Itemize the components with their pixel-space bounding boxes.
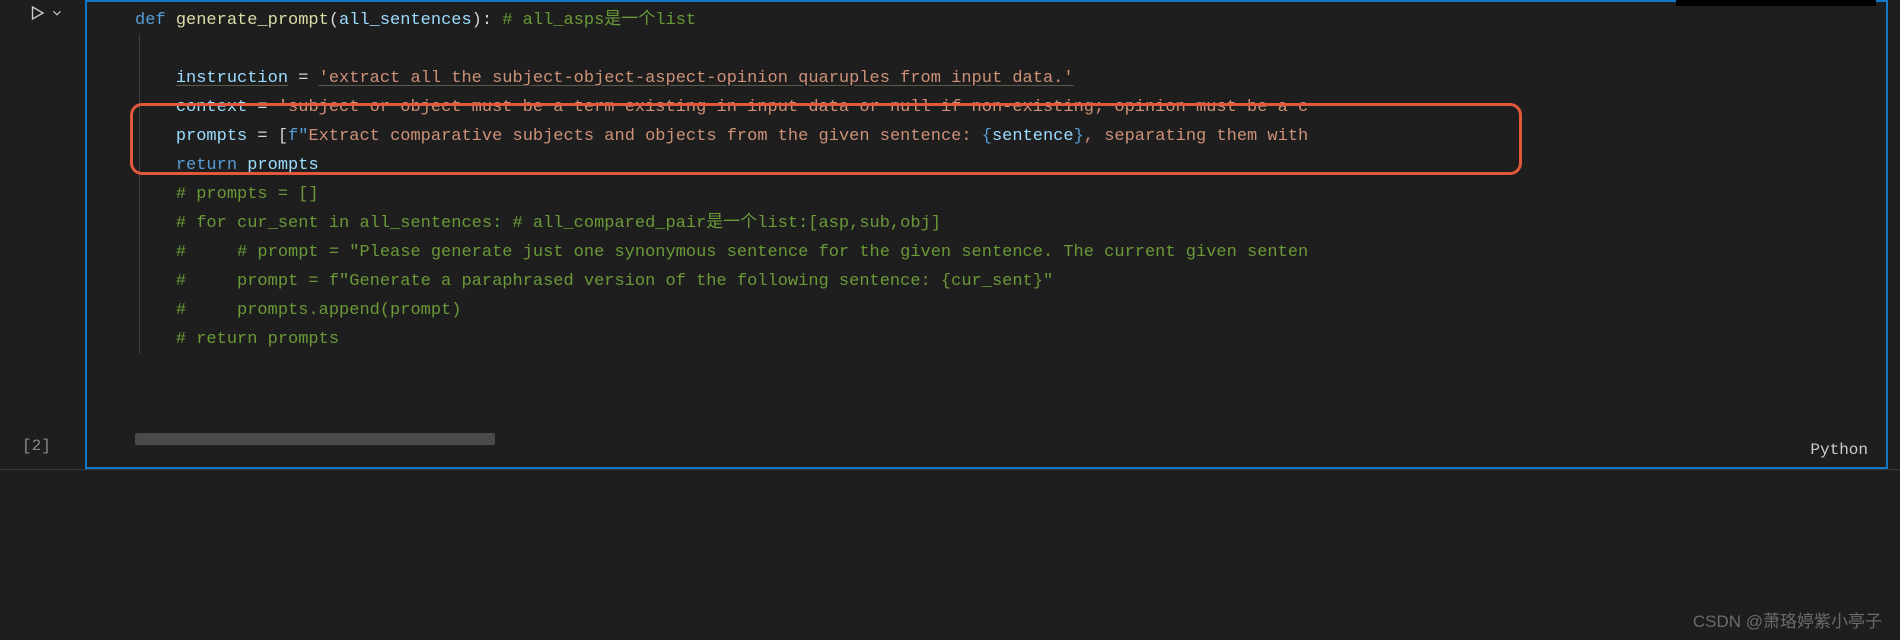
code-line[interactable]: # for cur_sent in all_sentences: # all_c… — [87, 209, 1886, 238]
code-line[interactable]: # return prompts — [87, 325, 1886, 354]
code-editor[interactable]: def generate_prompt(all_sentences): # al… — [85, 0, 1888, 469]
code-line[interactable]: # prompts.append(prompt) — [87, 296, 1886, 325]
code-line[interactable]: def generate_prompt(all_sentences): # al… — [87, 6, 1886, 35]
horizontal-scrollbar[interactable] — [135, 433, 495, 445]
code-line[interactable]: # prompt = f"Generate a paraphrased vers… — [87, 267, 1886, 296]
code-line[interactable]: instruction = 'extract all the subject-o… — [87, 64, 1886, 93]
code-line[interactable] — [87, 35, 1886, 64]
code-line[interactable]: context = 'subject or object must be a t… — [87, 93, 1886, 122]
cell-gutter: [2] — [0, 0, 85, 469]
language-label[interactable]: Python — [1810, 441, 1868, 459]
execution-count: [2] — [22, 437, 51, 455]
run-cell-icon[interactable] — [28, 4, 46, 28]
chevron-down-icon[interactable] — [50, 6, 64, 26]
notebook-cell: [2] def generate_prompt(all_sentences): … — [0, 0, 1900, 470]
code-line[interactable]: # prompts = [] — [87, 180, 1886, 209]
code-line[interactable]: prompts = [f"Extract comparative subject… — [87, 122, 1886, 151]
watermark: CSDN @萧珞婷紫小亭子 — [1693, 607, 1882, 632]
code-line[interactable]: # # prompt = "Please generate just one s… — [87, 238, 1886, 267]
code-line[interactable]: return prompts — [87, 151, 1886, 180]
